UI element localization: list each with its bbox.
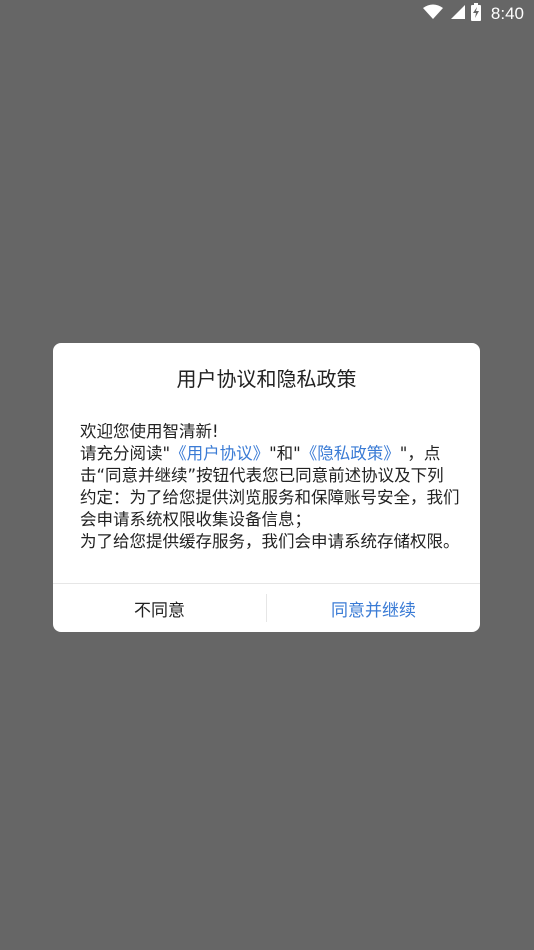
status-clock: 8:40 (490, 4, 524, 23)
and-text: "和" (269, 444, 301, 463)
dialog-body: 欢迎您使用智清新! 请充分阅读"《用户协议》"和"《隐私政策》"，点击“同意并继… (80, 421, 460, 553)
disagree-button[interactable]: 不同意 (53, 584, 266, 632)
battery-charging-icon (470, 3, 481, 25)
agree-continue-button[interactable]: 同意并继续 (267, 584, 480, 632)
dialog-footer: 不同意 同意并继续 (53, 584, 480, 632)
wifi-icon (422, 4, 443, 24)
privacy-policy-link[interactable]: 《隐私政策》 (301, 444, 400, 463)
agreement-paragraph: 请充分阅读"《用户协议》"和"《隐私政策》"，点击“同意并继续”按钮代表您已同意… (80, 443, 460, 531)
cache-notice-text: 为了给您提供缓存服务，我们会申请系统存储权限。 (80, 532, 460, 551)
user-agreement-link[interactable]: 《用户协议》 (170, 444, 269, 463)
read-suffix-text: "， (399, 444, 424, 463)
read-prefix-text: 请充分阅读" (80, 444, 171, 463)
privacy-dialog: 用户协议和隐私政策 欢迎您使用智清新! 请充分阅读"《用户协议》"和"《隐私政策… (53, 343, 480, 632)
welcome-text: 欢迎您使用智清新! (80, 422, 219, 441)
dialog-title: 用户协议和隐私政策 (176, 367, 357, 391)
signal-icon (449, 4, 465, 24)
status-bar: 8:40 (0, 0, 534, 28)
